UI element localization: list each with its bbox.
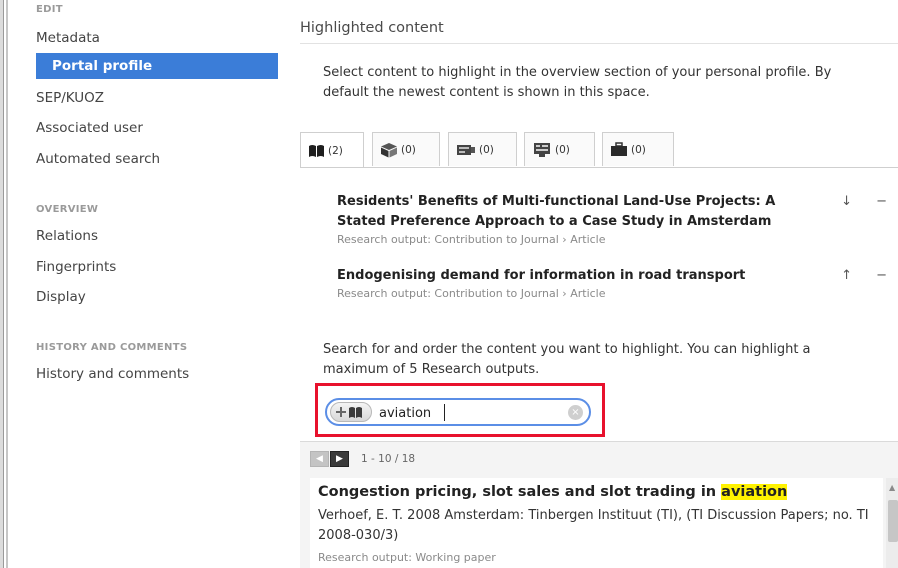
tab-prizes[interactable]: (0) bbox=[602, 132, 674, 166]
clear-search-icon[interactable]: × bbox=[568, 405, 583, 420]
window-frame-edge bbox=[0, 0, 4, 568]
output-type: Research output: Contribution to Journal… bbox=[337, 287, 606, 300]
result-type: Research output: Working paper bbox=[318, 551, 496, 564]
tab-projects[interactable]: (0) bbox=[448, 132, 517, 166]
book-icon bbox=[309, 144, 324, 157]
tab-research-outputs[interactable]: (2) bbox=[300, 132, 364, 168]
sidebar-item-metadata[interactable]: Metadata bbox=[36, 30, 100, 46]
tab-count: (0) bbox=[555, 143, 570, 156]
page-range: 1 - 10 / 18 bbox=[361, 453, 416, 465]
tab-count: (0) bbox=[479, 143, 494, 156]
list-item: Residents' Benefits of Multi-functional … bbox=[337, 192, 897, 247]
pagination: ◀ ▶ 1 - 10 / 18 bbox=[310, 451, 415, 467]
search-desc-line-2: maximum of 5 Research outputs. bbox=[323, 362, 540, 377]
sidebar-item-relations[interactable]: Relations bbox=[36, 228, 98, 244]
sidebar-item-sep-kuoz[interactable]: SEP/KUOZ bbox=[36, 90, 104, 106]
output-type: Research output: Contribution to Journal… bbox=[337, 233, 606, 246]
tab-activities[interactable]: (0) bbox=[372, 132, 440, 166]
sidebar-group-overview: OVERVIEW bbox=[36, 204, 99, 215]
sidebar-group-history: HISTORY AND COMMENTS bbox=[36, 342, 188, 353]
text-caret bbox=[444, 404, 445, 421]
sidebar-item-automated-search[interactable]: Automated search bbox=[36, 151, 160, 167]
tab-count: (0) bbox=[631, 143, 646, 156]
intro-text: Select content to highlight in the overv… bbox=[323, 63, 898, 103]
tab-datasets[interactable]: (0) bbox=[524, 132, 595, 166]
search-description: Search for and order the content you wan… bbox=[323, 340, 898, 380]
tab-count: (0) bbox=[401, 143, 416, 156]
dataset-icon bbox=[534, 142, 550, 157]
search-input[interactable] bbox=[379, 403, 559, 423]
next-page-button[interactable]: ▶ bbox=[330, 451, 349, 467]
intro-line-1: Select content to highlight in the overv… bbox=[323, 65, 832, 80]
box-icon bbox=[381, 142, 397, 157]
briefcase-icon bbox=[611, 142, 627, 156]
reorder-remove-controls[interactable]: ↓ − bbox=[841, 194, 897, 209]
sidebar-item-associated-user[interactable]: Associated user bbox=[36, 120, 143, 136]
section-divider bbox=[300, 43, 898, 44]
list-item: Endogenising demand for information in r… bbox=[337, 266, 897, 301]
tabs-underline bbox=[300, 167, 898, 168]
sidebar: EDIT Metadata Portal profile SEP/KUOZ As… bbox=[8, 0, 286, 568]
tab-count: (2) bbox=[328, 144, 343, 157]
search-term-highlight: aviation bbox=[721, 484, 788, 500]
result-title[interactable]: Congestion pricing, slot sales and slot … bbox=[318, 484, 788, 500]
sidebar-item-display[interactable]: Display bbox=[36, 289, 86, 305]
search-results-panel: ◀ ▶ 1 - 10 / 18 Congestion pricing, slot… bbox=[300, 441, 898, 568]
add-book-icon bbox=[336, 407, 362, 418]
results-scrollbar[interactable]: ▲ bbox=[886, 478, 898, 568]
add-content-button[interactable] bbox=[330, 402, 372, 422]
reorder-remove-controls[interactable]: ↑ − bbox=[841, 268, 897, 283]
sidebar-group-edit: EDIT bbox=[36, 4, 63, 15]
previous-page-button[interactable]: ◀ bbox=[310, 451, 329, 467]
output-title-cont[interactable]: Stated Preference Approach to a Case Stu… bbox=[337, 212, 897, 232]
section-title: Highlighted content bbox=[300, 20, 444, 36]
sidebar-item-history-comments[interactable]: History and comments bbox=[36, 366, 189, 382]
content-type-tabs: (2) (0) (0) (0) (0) bbox=[300, 130, 898, 168]
result-title-text: Congestion pricing, slot sales and slot … bbox=[318, 484, 722, 500]
search-field: × bbox=[325, 398, 591, 426]
sidebar-item-portal-profile[interactable]: Portal profile bbox=[36, 53, 286, 79]
main-panel: Highlighted content Select content to hi… bbox=[290, 0, 898, 568]
sidebar-item-label: Portal profile bbox=[52, 58, 153, 74]
sidebar-item-fingerprints[interactable]: Fingerprints bbox=[36, 259, 116, 275]
intro-line-2: default the newest content is shown in t… bbox=[323, 85, 650, 100]
search-desc-line-1: Search for and order the content you wan… bbox=[323, 342, 811, 357]
output-title[interactable]: Residents' Benefits of Multi-functional … bbox=[337, 192, 897, 212]
scrollbar-thumb[interactable] bbox=[888, 500, 898, 542]
search-result-item[interactable]: Congestion pricing, slot sales and slot … bbox=[310, 478, 883, 568]
output-title[interactable]: Endogenising demand for information in r… bbox=[337, 266, 897, 286]
active-pointer-icon bbox=[278, 58, 286, 74]
scroll-up-icon[interactable]: ▲ bbox=[889, 483, 895, 492]
result-authors: Verhoef, E. T. 2008 Amsterdam: Tinbergen… bbox=[318, 508, 869, 543]
projector-icon bbox=[457, 144, 475, 155]
